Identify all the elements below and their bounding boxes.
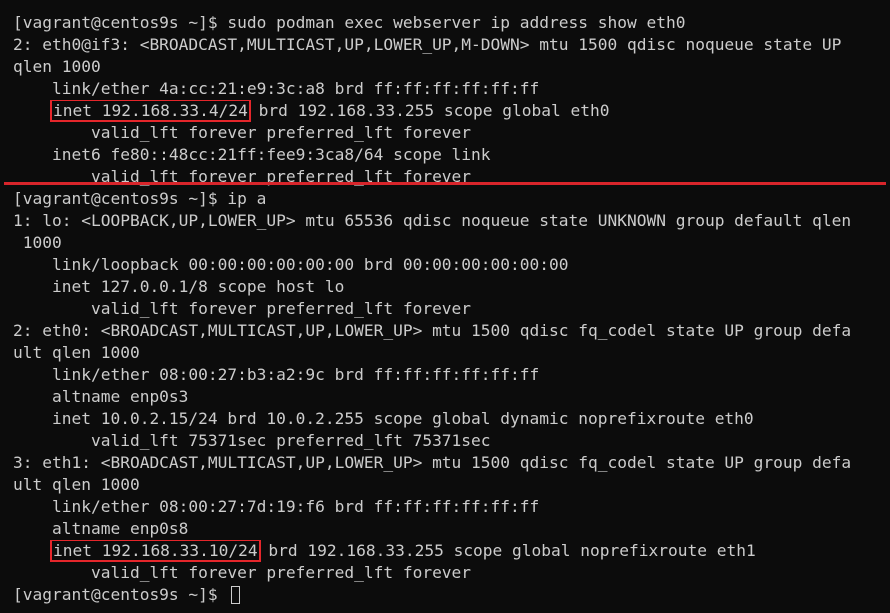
shell-prompt: [vagrant@centos9s ~]$ (13, 585, 228, 604)
output-line: link/ether 08:00:27:7d:19:f6 brd ff:ff:f… (13, 497, 540, 516)
output-line: ult qlen 1000 (13, 343, 140, 362)
highlighted-container-ip: inet 192.168.33.4/24 (49, 100, 251, 122)
output-line: link/loopback 00:00:00:00:00:00 brd 00:0… (13, 255, 569, 274)
line-rest: brd 192.168.33.255 scope global eth0 (248, 101, 610, 120)
output-line: 3: eth1: <BROADCAST,MULTICAST,UP,LOWER_U… (13, 453, 852, 472)
output-line: inet6 fe80::48cc:21ff:fee9:3ca8/64 scope… (13, 145, 491, 164)
terminal-window[interactable]: [vagrant@centos9s ~]$ sudo podman exec w… (0, 0, 890, 613)
output-line: valid_lft 75371sec preferred_lft 75371se… (13, 431, 491, 450)
output-line: ult qlen 1000 (13, 475, 140, 494)
output-line: valid_lft forever preferred_lft forever (13, 299, 472, 318)
output-line: valid_lft forever preferred_lft forever (13, 563, 472, 582)
section-divider (4, 182, 886, 185)
output-line: link/ether 08:00:27:b3:a2:9c brd ff:ff:f… (13, 365, 540, 384)
output-line: inet 10.0.2.15/24 brd 10.0.2.255 scope g… (13, 409, 754, 428)
highlighted-host-ip: inet 192.168.33.10/24 (49, 540, 261, 562)
output-line: link/ether 4a:cc:21:e9:3c:a8 brd ff:ff:f… (13, 79, 540, 98)
text-cursor (231, 586, 241, 604)
output-line: 1000 (13, 233, 62, 252)
output-line: qlen 1000 (13, 57, 101, 76)
prompt-line[interactable]: [vagrant@centos9s ~]$ (0, 584, 890, 606)
output-line: 2: eth0: <BROADCAST,MULTICAST,UP,LOWER_U… (13, 321, 852, 340)
line-rest: brd 192.168.33.255 scope global noprefix… (258, 541, 756, 560)
output-line: altname enp0s8 (13, 519, 189, 538)
command-line: [vagrant@centos9s ~]$ ip a (13, 189, 267, 208)
output-line: inet 127.0.0.1/8 scope host lo (13, 277, 345, 296)
output-line: 1: lo: <LOOPBACK,UP,LOWER_UP> mtu 65536 … (13, 211, 852, 230)
output-line: 2: eth0@if3: <BROADCAST,MULTICAST,UP,LOW… (13, 35, 842, 54)
output-line: altname enp0s3 (13, 387, 189, 406)
highlighted-output-line: inet 192.168.33.4/24 brd 192.168.33.255 … (0, 100, 890, 122)
command-line: [vagrant@centos9s ~]$ sudo podman exec w… (13, 13, 686, 32)
output-line: valid_lft forever preferred_lft forever (13, 123, 472, 142)
highlighted-output-line: inet 192.168.33.10/24 brd 192.168.33.255… (0, 540, 890, 562)
